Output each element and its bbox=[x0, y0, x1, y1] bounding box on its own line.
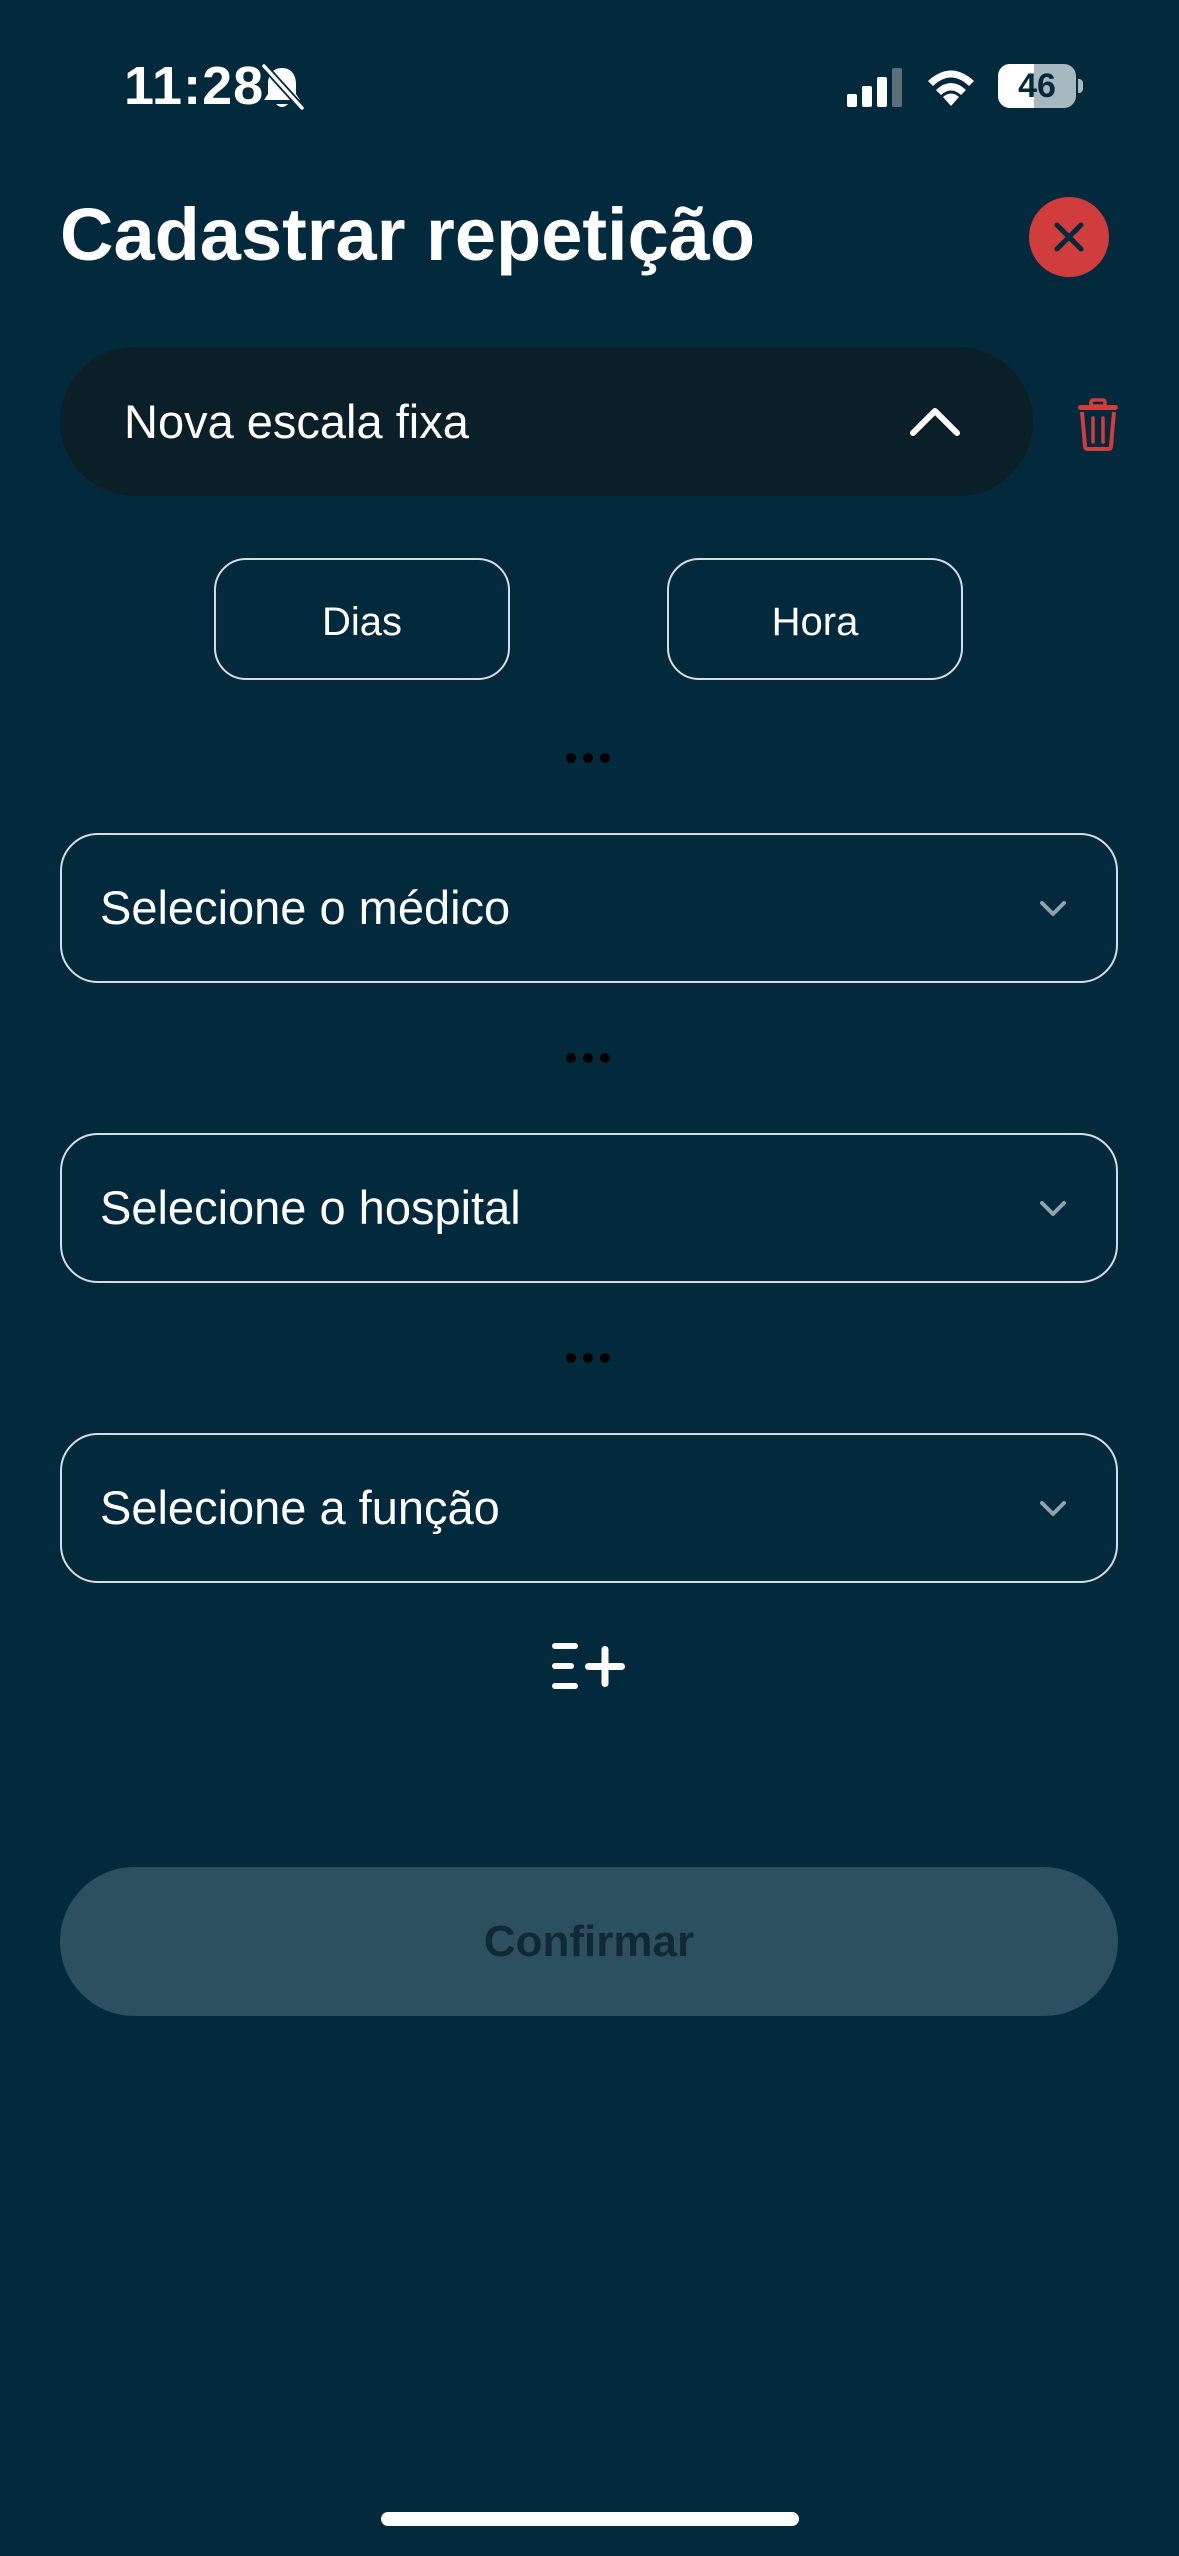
trash-icon bbox=[1078, 398, 1118, 451]
status-bar: 11:28 46 bbox=[0, 0, 1179, 170]
list-add-icon bbox=[552, 1643, 625, 1689]
days-button[interactable]: Dias bbox=[214, 558, 510, 680]
cellular-signal-icon bbox=[847, 68, 902, 107]
schedule-title: Nova escala fixa bbox=[124, 395, 469, 448]
add-list-item-button[interactable] bbox=[549, 1637, 629, 1695]
home-indicator[interactable] bbox=[381, 2512, 799, 2526]
ellipsis-separator bbox=[566, 1051, 610, 1065]
close-button[interactable] bbox=[1029, 197, 1109, 277]
wifi-icon bbox=[928, 70, 974, 106]
hospital-select-placeholder: Selecione o hospital bbox=[100, 1181, 521, 1234]
battery-level: 46 bbox=[1018, 67, 1056, 105]
battery-icon: 46 bbox=[998, 64, 1084, 108]
ellipsis-separator bbox=[566, 1351, 610, 1365]
confirm-button[interactable]: Confirmar bbox=[60, 1867, 1118, 2016]
doctor-select-placeholder: Selecione o médico bbox=[100, 881, 511, 934]
ellipsis-separator bbox=[566, 751, 610, 765]
hour-button[interactable]: Hora bbox=[667, 558, 963, 680]
chevron-down-icon bbox=[1040, 1201, 1066, 1216]
role-select-placeholder: Selecione a função bbox=[100, 1481, 500, 1534]
doctor-select[interactable]: Selecione o médico bbox=[60, 833, 1118, 983]
chevron-down-icon bbox=[1040, 1501, 1066, 1516]
hospital-select[interactable]: Selecione o hospital bbox=[60, 1133, 1118, 1283]
bell-slash-icon bbox=[261, 63, 305, 111]
role-select[interactable]: Selecione a função bbox=[60, 1433, 1118, 1583]
close-icon bbox=[1054, 222, 1084, 252]
page-title: Cadastrar repetição bbox=[60, 193, 756, 276]
chevron-down-icon bbox=[1040, 901, 1066, 916]
status-time: 11:28 bbox=[124, 56, 265, 116]
delete-schedule-button[interactable] bbox=[1070, 396, 1126, 452]
chevron-up-icon bbox=[910, 408, 960, 436]
schedule-accordion-header[interactable]: Nova escala fixa bbox=[60, 347, 1033, 496]
